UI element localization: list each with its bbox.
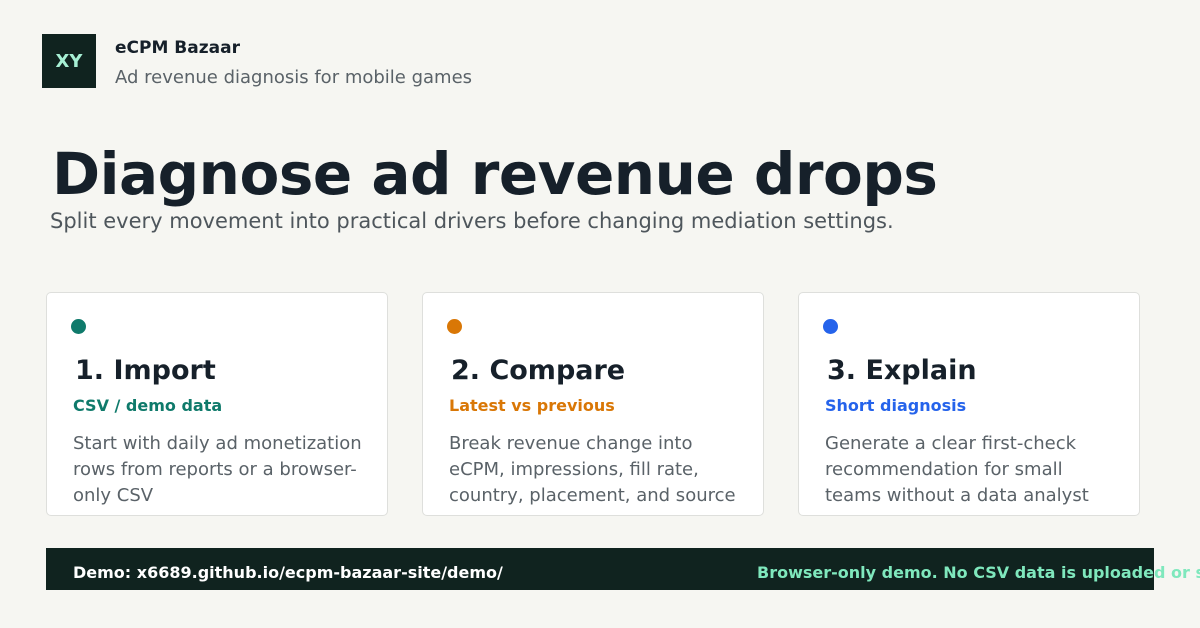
step-dot-icon	[71, 319, 86, 334]
step-tag: Short diagnosis	[825, 396, 967, 415]
step-title: 3. Explain	[827, 355, 977, 386]
privacy-note-container: Browser-only demo. No CSV data is upload…	[757, 548, 1200, 590]
step-description: Start with daily ad monetization rows fr…	[73, 433, 362, 506]
step-title: 2. Compare	[451, 355, 626, 386]
demo-link[interactable]: Demo: x6689.github.io/ecpm-bazaar-site/d…	[73, 563, 503, 582]
page-title: Diagnose ad revenue drops	[52, 140, 938, 208]
step-description: Generate a clear first-check recommendat…	[825, 433, 1089, 506]
brand-tagline: Ad revenue diagnosis for mobile games	[115, 67, 473, 88]
step-dot-icon	[823, 319, 838, 334]
brand-name: eCPM Bazaar	[115, 38, 240, 58]
step-card-explain: 3. Explain Short diagnosis Generate a cl…	[798, 292, 1140, 516]
step-dot-icon	[447, 319, 462, 334]
step-tag: CSV / demo data	[73, 396, 223, 415]
page-subtitle: Split every movement into practical driv…	[50, 209, 894, 233]
brand-logo: XY	[42, 34, 96, 88]
step-description: Break revenue change into eCPM, impressi…	[449, 433, 736, 506]
privacy-note: Browser-only demo. No CSV data is upload…	[757, 563, 1200, 582]
step-tag: Latest vs previous	[449, 396, 615, 415]
step-card-import: 1. Import CSV / demo data Start with dai…	[46, 292, 388, 516]
step-title: 1. Import	[75, 355, 216, 386]
step-card-compare: 2. Compare Latest vs previous Break reve…	[422, 292, 764, 516]
